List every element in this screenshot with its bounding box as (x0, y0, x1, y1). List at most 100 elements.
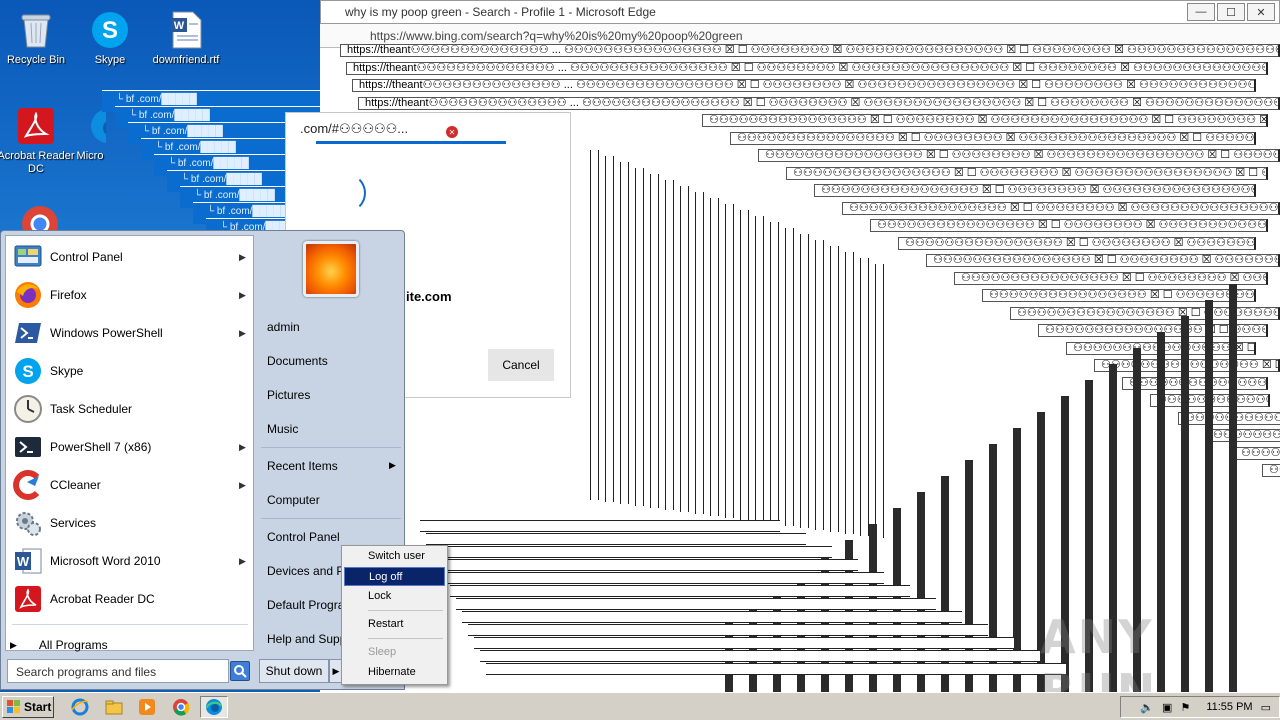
edge-icon (88, 106, 106, 146)
all-programs-button[interactable]: ▶ All Programs (10, 634, 259, 656)
glitch-vertical-line (785, 228, 794, 526)
glitch-vertical-line (680, 186, 689, 512)
program-task-scheduler[interactable]: Task Scheduler (6, 390, 255, 428)
show-desktop-icon[interactable]: ▭ (1261, 701, 1271, 714)
glitched-tab-row: ⚇⚇⚇⚇⚇⚇⚇⚇⚇⚇⚇⚇⚇⚇⚇⚇ ☒ ☐ ⚇⚇⚇⚇⚇⚇⚇⚇ ☒ ⚇⚇⚇⚇⚇⚇⚇⚇… (870, 219, 1268, 232)
glitch-vertical-line (740, 210, 749, 520)
program-services[interactable]: Services (6, 504, 255, 542)
menu-item-switch-user[interactable]: Switch user (344, 547, 445, 566)
menu-item-hibernate[interactable]: Hibernate (344, 663, 445, 682)
submenu-arrow-icon: ▶ (239, 327, 246, 338)
control-panel-icon (12, 241, 44, 273)
glitch-vertical-line (725, 204, 734, 518)
program-acrobat-reader[interactable]: Acrobat Reader DC (6, 580, 255, 618)
glitch-vertical-line (875, 264, 884, 538)
volume-icon[interactable]: 🔈 (1140, 701, 1154, 714)
program-control-panel[interactable]: Control Panel ▶ (6, 238, 255, 276)
place-admin[interactable]: admin (267, 320, 300, 334)
user-avatar[interactable] (303, 241, 359, 297)
glitch-horizontal-line (450, 585, 910, 597)
desktop-icon-label: Acrobat Reader DC (0, 150, 75, 175)
shut-down-button[interactable]: Shut down (259, 659, 329, 683)
glitch-vertical-line (770, 222, 779, 524)
glitch-horizontal-line (426, 533, 806, 545)
desktop-icon-acrobat[interactable]: Acrobat Reader DC (0, 100, 76, 176)
cancel-button[interactable]: Cancel (488, 349, 554, 381)
desktop-icon-recycle-bin[interactable]: Recycle Bin (0, 4, 76, 67)
glitched-window-title: └ bf .com/█████ (207, 206, 288, 217)
program-skype[interactable]: S Skype (6, 352, 255, 390)
program-ccleaner[interactable]: CCleaner ▶ (6, 466, 255, 504)
recycle-bin-icon (16, 10, 56, 50)
glitch-vertical-line (800, 234, 809, 528)
system-tray: 🔈 ▣ ⚑ 11:55 PM ▭ (1120, 696, 1280, 718)
close-button[interactable]: ✕ (1247, 3, 1275, 21)
submenu-arrow-icon: ▶ (239, 479, 246, 490)
skype-icon: S (12, 355, 44, 387)
chrome-icon[interactable] (171, 697, 191, 717)
place-music[interactable]: Music (267, 422, 298, 436)
svg-text:W: W (17, 554, 30, 569)
edge-title-bar: why is my poop green - Search - Profile … (320, 0, 1280, 24)
clock[interactable]: 11:55 PM (1206, 701, 1252, 713)
word-icon: W (12, 545, 44, 577)
menu-item-lock[interactable]: Lock (344, 587, 445, 606)
glitched-tab-row: ⚇⚇⚇⚇⚇⚇⚇⚇⚇⚇⚇⚇⚇⚇⚇⚇ ☒ ☐ ⚇⚇⚇⚇⚇⚇⚇⚇ ☒ ⚇⚇⚇⚇⚇⚇⚇⚇… (1010, 306, 1280, 320)
flag-icon[interactable]: ⚑ (1180, 701, 1190, 714)
start-label: Start (24, 700, 52, 714)
glitch-vertical-line (665, 180, 674, 510)
glitch-vertical-line (620, 162, 629, 504)
glitch-vertical-line (635, 168, 644, 506)
desktop-icon-edge[interactable]: Micro (66, 100, 106, 163)
menu-item-sleep: Sleep (368, 646, 397, 658)
explorer-icon[interactable] (104, 697, 124, 717)
desktop-icon-label: Micro (76, 150, 104, 162)
submenu-arrow-icon: ▶ (239, 555, 246, 566)
program-microsoft-word[interactable]: W Microsoft Word 2010 ▶ (6, 542, 255, 580)
divider (261, 447, 401, 448)
program-label: Microsoft Word 2010 (50, 554, 161, 568)
place-recent-items[interactable]: Recent Items (267, 459, 338, 473)
program-powershell-7[interactable]: PowerShell 7 (x86) ▶ (6, 428, 255, 466)
minimize-button[interactable]: — (1187, 3, 1215, 21)
glitched-tab-row: ⚇⚇⚇⚇⚇⚇⚇⚇⚇⚇⚇⚇⚇⚇⚇⚇ ☒ ☐ ⚇⚇⚇⚇⚇⚇⚇⚇ ☒ ⚇⚇⚇⚇⚇⚇⚇⚇… (786, 166, 1268, 180)
menu-item-log-off[interactable]: Log off (344, 567, 445, 586)
place-documents[interactable]: Documents (267, 354, 328, 368)
glitched-tab-row: ⚇⚇⚇⚇⚇⚇⚇⚇⚇⚇⚇⚇⚇⚇⚇⚇ ☒ ☐ ⚇⚇⚇⚇⚇⚇⚇⚇ ☒ ⚇⚇⚇⚇⚇⚇⚇⚇… (898, 236, 1256, 250)
start-button[interactable]: Start (2, 696, 54, 718)
program-label: Acrobat Reader DC (50, 592, 155, 606)
glitched-window-title: └ bf .com/█████ (168, 158, 249, 169)
place-computer[interactable]: Computer (267, 493, 320, 507)
glitch-horizontal-line (462, 611, 962, 623)
powershell-icon (12, 317, 44, 349)
windows-logo-icon (7, 700, 20, 713)
svg-text:W: W (174, 20, 185, 32)
spinner-icon (326, 173, 366, 213)
place-pictures[interactable]: Pictures (267, 388, 310, 402)
submenu-arrow-icon: ▶ (239, 289, 246, 300)
glitch-vertical-line (830, 246, 839, 532)
glitch-horizontal-line (432, 546, 832, 558)
powershell7-icon (12, 431, 44, 463)
program-firefox[interactable]: Firefox ▶ (6, 276, 255, 314)
media-player-icon[interactable] (137, 697, 157, 717)
glitched-tab-row: https://theant⚇⚇⚇⚇⚇⚇⚇⚇⚇⚇⚇⚇⚇⚇ ... ⚇⚇⚇⚇⚇⚇⚇… (340, 44, 1280, 57)
edge-taskbar-icon[interactable] (200, 696, 228, 718)
place-devices-and-printers[interactable]: Devices and Pri (267, 564, 351, 578)
task-scheduler-icon (12, 393, 44, 425)
place-control-panel[interactable]: Control Panel (267, 530, 340, 544)
ie-icon[interactable] (70, 697, 90, 717)
glitch-horizontal-line (486, 663, 1066, 675)
menu-item-restart[interactable]: Restart (344, 615, 445, 634)
divider (368, 638, 443, 639)
glitch-vertical-line (860, 258, 869, 536)
desktop-icon-skype[interactable]: S Skype (70, 4, 150, 67)
start-search-input[interactable]: Search programs and files (7, 659, 229, 683)
search-icon[interactable] (230, 661, 250, 681)
divider (368, 610, 443, 611)
desktop-icon-downfriend[interactable]: W downfriend.rtf (146, 4, 226, 67)
program-windows-powershell[interactable]: Windows PowerShell ▶ (6, 314, 255, 352)
place-default-programs[interactable]: Default Progra (267, 598, 344, 612)
maximize-button[interactable]: ☐ (1217, 3, 1245, 21)
network-icon[interactable]: ▣ (1162, 701, 1172, 714)
